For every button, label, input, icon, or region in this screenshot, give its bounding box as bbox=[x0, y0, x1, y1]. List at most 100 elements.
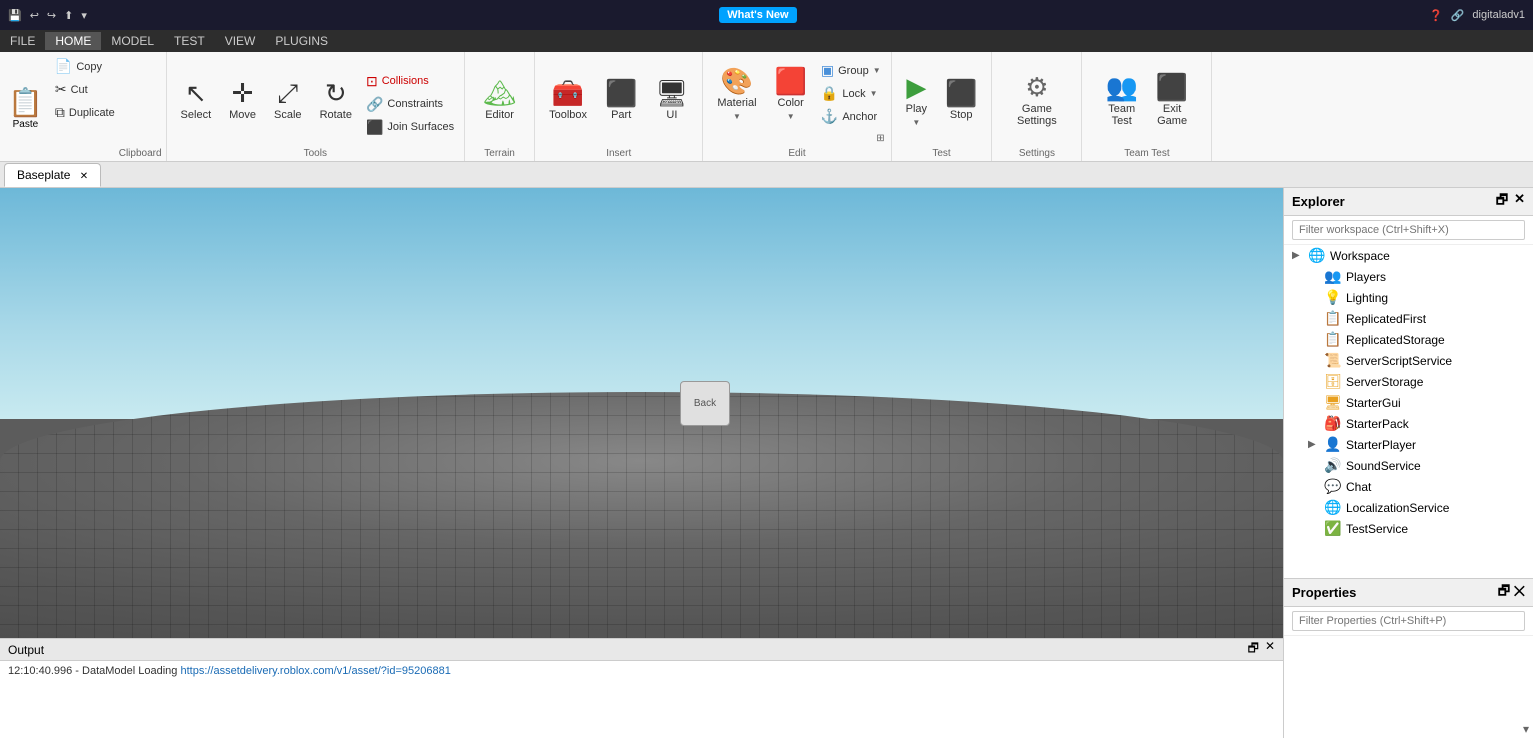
duplicate-button[interactable]: ⧉ Duplicate bbox=[51, 102, 119, 123]
explorer: Explorer 🗗 ✕ ▶ 🌐 Workspace 👥 bbox=[1283, 188, 1533, 578]
tree-item-starter-gui[interactable]: 🖥 StarterGui bbox=[1284, 392, 1533, 413]
properties-close-icon[interactable]: ✕ bbox=[1514, 583, 1525, 598]
share-icon[interactable]: 🔗 bbox=[1451, 9, 1465, 22]
material-button[interactable]: 🎨 Material ▼ bbox=[709, 56, 764, 133]
ribbon: 📋 Paste 📄 Copy ✂ Cut ⧉ Duplicate Clipboa… bbox=[0, 52, 1533, 162]
tree-item-starter-player[interactable]: ▶ 👤 StarterPlayer bbox=[1284, 434, 1533, 455]
lock-button[interactable]: 🔒 Lock ▼ bbox=[817, 83, 885, 104]
ui-button[interactable]: 🖥 UI bbox=[647, 65, 696, 135]
tree-item-players[interactable]: 👥 Players bbox=[1284, 266, 1533, 287]
server-storage-icon: 🗄 bbox=[1324, 373, 1342, 390]
part-button[interactable]: ⬛ Part bbox=[597, 65, 645, 135]
output-log-link[interactable]: https://assetdelivery.roblox.com/v1/asse… bbox=[180, 665, 450, 677]
team-test-button[interactable]: 👥 TeamTest bbox=[1098, 65, 1146, 135]
collisions-button[interactable]: ⊡ Collisions bbox=[362, 71, 458, 92]
title-left: 💾 ↩ ↪ ⬆ ▾ bbox=[8, 9, 87, 22]
scale-button[interactable]: ⤢ Scale bbox=[266, 65, 310, 135]
settings-row: ⚙ GameSettings bbox=[1009, 56, 1065, 144]
properties-expand-icon[interactable]: ▾ bbox=[1523, 722, 1529, 736]
lighting-label: Lighting bbox=[1346, 291, 1388, 305]
undo-icon[interactable]: ↩ bbox=[30, 9, 39, 22]
properties-filter-input[interactable] bbox=[1292, 611, 1525, 631]
expand-row: ⊞ bbox=[709, 133, 884, 144]
tools-row: ↖ Select ✛ Move ⤢ Scale ↻ Rotate ⊡ Colli… bbox=[173, 56, 459, 144]
toolbox-button[interactable]: 🧰 Toolbox bbox=[541, 65, 595, 135]
tree-item-localization[interactable]: 🌐 LocalizationService bbox=[1284, 497, 1533, 518]
menu-view[interactable]: VIEW bbox=[215, 32, 266, 50]
output-header-controls: 🗗 ✕ bbox=[1248, 639, 1275, 660]
floating-object: Back bbox=[680, 381, 730, 426]
tree-item-server-script-service[interactable]: 📜 ServerScriptService bbox=[1284, 350, 1533, 371]
tree-item-replicated-first[interactable]: 📋 ReplicatedFirst bbox=[1284, 308, 1533, 329]
viewport[interactable]: Back Output 🗗 ✕ 12:10:40.996 - DataModel… bbox=[0, 188, 1283, 738]
explorer-filter-input[interactable] bbox=[1292, 220, 1525, 240]
menu-file[interactable]: FILE bbox=[0, 32, 45, 50]
tree-item-workspace[interactable]: ▶ 🌐 Workspace bbox=[1284, 245, 1533, 266]
localization-label: LocalizationService bbox=[1346, 501, 1449, 515]
paste-button[interactable]: 📋 Paste bbox=[4, 82, 47, 134]
chat-label: Chat bbox=[1346, 480, 1371, 494]
anchor-button[interactable]: ⚓ Anchor bbox=[817, 106, 885, 127]
help-icon[interactable]: ❓ bbox=[1429, 9, 1443, 22]
menu-model[interactable]: MODEL bbox=[101, 32, 164, 50]
move-button[interactable]: ✛ Move bbox=[221, 65, 264, 135]
save-icon[interactable]: 💾 bbox=[8, 9, 22, 22]
copy-button[interactable]: 📄 Copy bbox=[51, 56, 119, 77]
properties-minimize-icon[interactable]: 🗗 bbox=[1498, 583, 1510, 598]
exit-game-button[interactable]: ⬛ ExitGame bbox=[1148, 65, 1196, 135]
constraints-button[interactable]: 🔗 Constraints bbox=[362, 94, 458, 115]
team-test-label: Team Test bbox=[1124, 144, 1169, 159]
menu-home[interactable]: HOME bbox=[45, 32, 101, 50]
redo-icon[interactable]: ↪ bbox=[47, 9, 56, 22]
tree-item-lighting[interactable]: 💡 Lighting bbox=[1284, 287, 1533, 308]
terrain-editor-button[interactable]: 🏔 Editor bbox=[475, 65, 524, 135]
game-settings-button[interactable]: ⚙ GameSettings bbox=[1009, 65, 1065, 135]
starter-gui-label: StarterGui bbox=[1346, 396, 1401, 410]
output-panel: Output 🗗 ✕ 12:10:40.996 - DataModel Load… bbox=[0, 638, 1283, 738]
explorer-close-icon[interactable]: ✕ bbox=[1514, 191, 1525, 213]
tree-item-server-storage[interactable]: 🗄 ServerStorage bbox=[1284, 371, 1533, 392]
menu-test[interactable]: TEST bbox=[164, 32, 215, 50]
join-surfaces-button[interactable]: ⬛ Join Surfaces bbox=[362, 117, 458, 138]
color-button[interactable]: 🟥 Color ▼ bbox=[767, 56, 815, 133]
test-service-icon: ✅ bbox=[1324, 520, 1342, 537]
explorer-minimize-icon[interactable]: 🗗 bbox=[1496, 191, 1508, 213]
whats-new-button[interactable]: What's New bbox=[719, 7, 796, 23]
menu-plugins[interactable]: PLUGINS bbox=[265, 32, 338, 50]
tab-bar: Baseplate ✕ bbox=[0, 162, 1533, 188]
output-close-icon[interactable]: ✕ bbox=[1265, 639, 1275, 660]
server-script-label: ServerScriptService bbox=[1346, 354, 1452, 368]
cut-button[interactable]: ✂ Cut bbox=[51, 79, 119, 100]
tree-item-test-service[interactable]: ✅ TestService bbox=[1284, 518, 1533, 539]
output-minimize-icon[interactable]: 🗗 bbox=[1248, 639, 1259, 660]
tree-item-sound-service[interactable]: 🔊 SoundService bbox=[1284, 455, 1533, 476]
starter-gui-icon: 🖥 bbox=[1324, 394, 1342, 411]
select-button[interactable]: ↖ Select bbox=[173, 65, 220, 135]
title-bar: 💾 ↩ ↪ ⬆ ▾ What's New ❓ 🔗 digitaladv1 bbox=[0, 0, 1533, 30]
tab-baseplate[interactable]: Baseplate ✕ bbox=[4, 163, 101, 187]
tree-item-chat[interactable]: 💬 Chat bbox=[1284, 476, 1533, 497]
tree-item-starter-pack[interactable]: 🎒 StarterPack bbox=[1284, 413, 1533, 434]
edit-inner: 🎨 Material ▼ 🟥 Color ▼ ▣ Group ▼ bbox=[709, 56, 884, 144]
tab-close-icon[interactable]: ✕ bbox=[80, 171, 88, 182]
terrain-group: 🏔 Editor Terrain bbox=[465, 52, 535, 161]
test-label: Test bbox=[932, 144, 950, 159]
team-test-group: 👥 TeamTest ⬛ ExitGame Team Test bbox=[1082, 52, 1212, 161]
dropdown-icon[interactable]: ▾ bbox=[81, 9, 87, 22]
publish-icon[interactable]: ⬆ bbox=[64, 9, 73, 22]
edit-small-group: ▣ Group ▼ 🔒 Lock ▼ ⚓ Anchor bbox=[817, 56, 885, 133]
insert-group: 🧰 Toolbox ⬛ Part 🖥 UI Insert bbox=[535, 52, 703, 161]
workspace-icon: 🌐 bbox=[1308, 247, 1326, 264]
server-storage-label: ServerStorage bbox=[1346, 375, 1423, 389]
output-header: Output 🗗 ✕ bbox=[0, 639, 1283, 661]
tree-item-replicated-storage[interactable]: 📋 ReplicatedStorage bbox=[1284, 329, 1533, 350]
workspace-arrow: ▶ bbox=[1292, 250, 1304, 261]
stop-button[interactable]: ⬛ Stop bbox=[937, 65, 985, 135]
rotate-button[interactable]: ↻ Rotate bbox=[312, 65, 360, 135]
group-button[interactable]: ▣ Group ▼ bbox=[817, 60, 885, 81]
edit-top-row: 🎨 Material ▼ 🟥 Color ▼ ▣ Group ▼ bbox=[709, 56, 884, 133]
play-button[interactable]: ▶ Play ▼ bbox=[898, 65, 935, 135]
starter-player-icon: 👤 bbox=[1324, 436, 1342, 453]
expand-button[interactable]: ⊞ bbox=[876, 133, 884, 144]
test-service-label: TestService bbox=[1346, 522, 1408, 536]
